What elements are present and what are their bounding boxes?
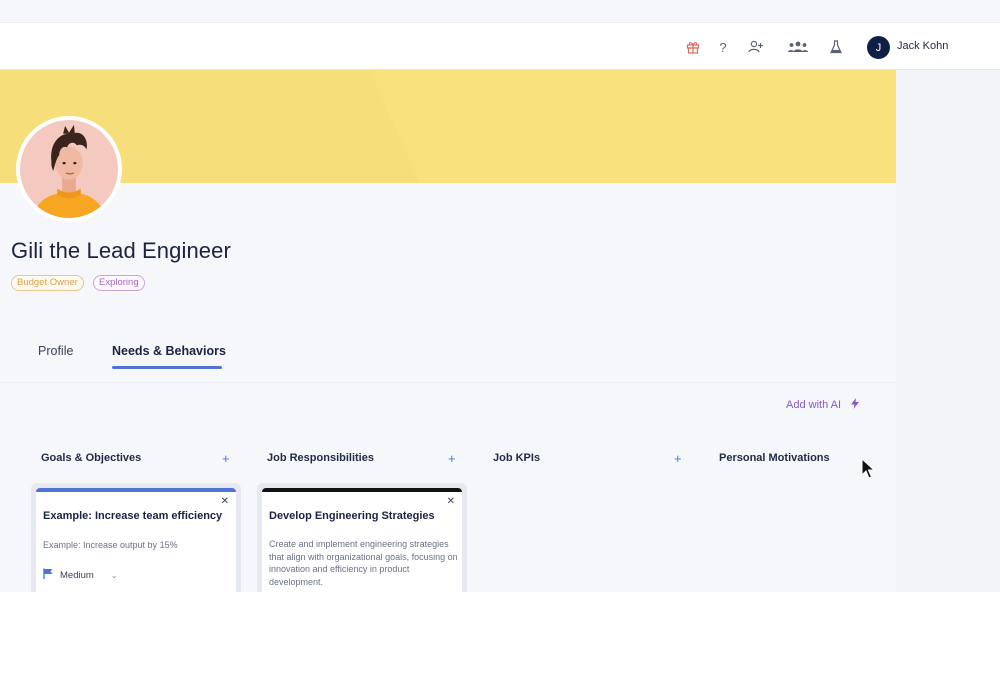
card-title[interactable]: Example: Increase team efficiency: [43, 510, 222, 522]
column-goals-objectives: Goals & Objectives: [41, 452, 142, 464]
app-window: ? J Jack Kohn Gili the Lead Engineer Bud…: [0, 0, 1000, 592]
add-with-ai-label: Add with AI: [786, 399, 842, 411]
active-tab-indicator: [112, 366, 222, 369]
chevron-down-icon: ⌄: [110, 570, 118, 580]
gift-icon[interactable]: [683, 37, 703, 57]
add-with-ai-button[interactable]: Add with AI: [786, 398, 860, 412]
goals-card-container: ✕ Example: Increase team efficiency Exam…: [31, 483, 241, 592]
team-icon[interactable]: [786, 37, 810, 57]
right-gutter: [896, 70, 1000, 592]
user-name[interactable]: Jack Kohn: [897, 40, 948, 52]
priority-select[interactable]: Medium ⌄: [43, 568, 118, 582]
card-accent-bar: [36, 488, 236, 492]
persona-avatar-illustration: [20, 120, 118, 218]
close-icon[interactable]: ✕: [447, 496, 455, 507]
tabs-divider: [0, 382, 896, 383]
add-user-icon[interactable]: [746, 37, 766, 57]
user-avatar[interactable]: J: [867, 36, 890, 59]
persona-tabs: Profile Needs & Behaviors: [0, 340, 896, 370]
add-kpi-plus-icon[interactable]: +: [674, 452, 682, 466]
mouse-cursor-icon: [861, 458, 875, 479]
column-job-kpis: Job KPIs: [493, 452, 541, 464]
responsibilities-card-container: ✕ Develop Engineering Strategies Create …: [257, 483, 467, 592]
flask-icon[interactable]: [826, 37, 846, 57]
responsibility-card[interactable]: ✕ Develop Engineering Strategies Create …: [262, 488, 462, 592]
tab-needs-behaviors[interactable]: Needs & Behaviors: [112, 344, 226, 358]
column-personal-motivations: Personal Motivations: [719, 452, 830, 464]
column-job-responsibilities: Job Responsibilities: [267, 452, 374, 464]
add-goal-plus-icon[interactable]: +: [222, 452, 230, 466]
tab-profile[interactable]: Profile: [38, 344, 73, 358]
card-description[interactable]: Example: Increase output by 15%: [43, 539, 233, 552]
flag-icon: [43, 568, 53, 582]
tag-exploring[interactable]: Exploring: [93, 275, 145, 291]
persona-title: Gili the Lead Engineer: [11, 238, 231, 263]
card-title[interactable]: Develop Engineering Strategies: [269, 510, 435, 522]
profile-banner: [0, 70, 896, 183]
card-description[interactable]: Create and implement engineering strateg…: [269, 538, 459, 588]
top-bar: ? J Jack Kohn: [0, 22, 1000, 70]
goal-card[interactable]: ✕ Example: Increase team efficiency Exam…: [36, 488, 236, 592]
priority-value: Medium: [60, 569, 94, 581]
help-icon[interactable]: ?: [713, 37, 733, 57]
banner-stripe: [370, 70, 896, 183]
add-responsibility-plus-icon[interactable]: +: [448, 452, 456, 466]
close-icon[interactable]: ✕: [221, 496, 229, 507]
lightning-icon: [851, 398, 860, 412]
tag-budget-owner[interactable]: Budget Owner: [11, 275, 84, 291]
persona-avatar[interactable]: [16, 116, 122, 222]
card-accent-bar: [262, 488, 462, 492]
